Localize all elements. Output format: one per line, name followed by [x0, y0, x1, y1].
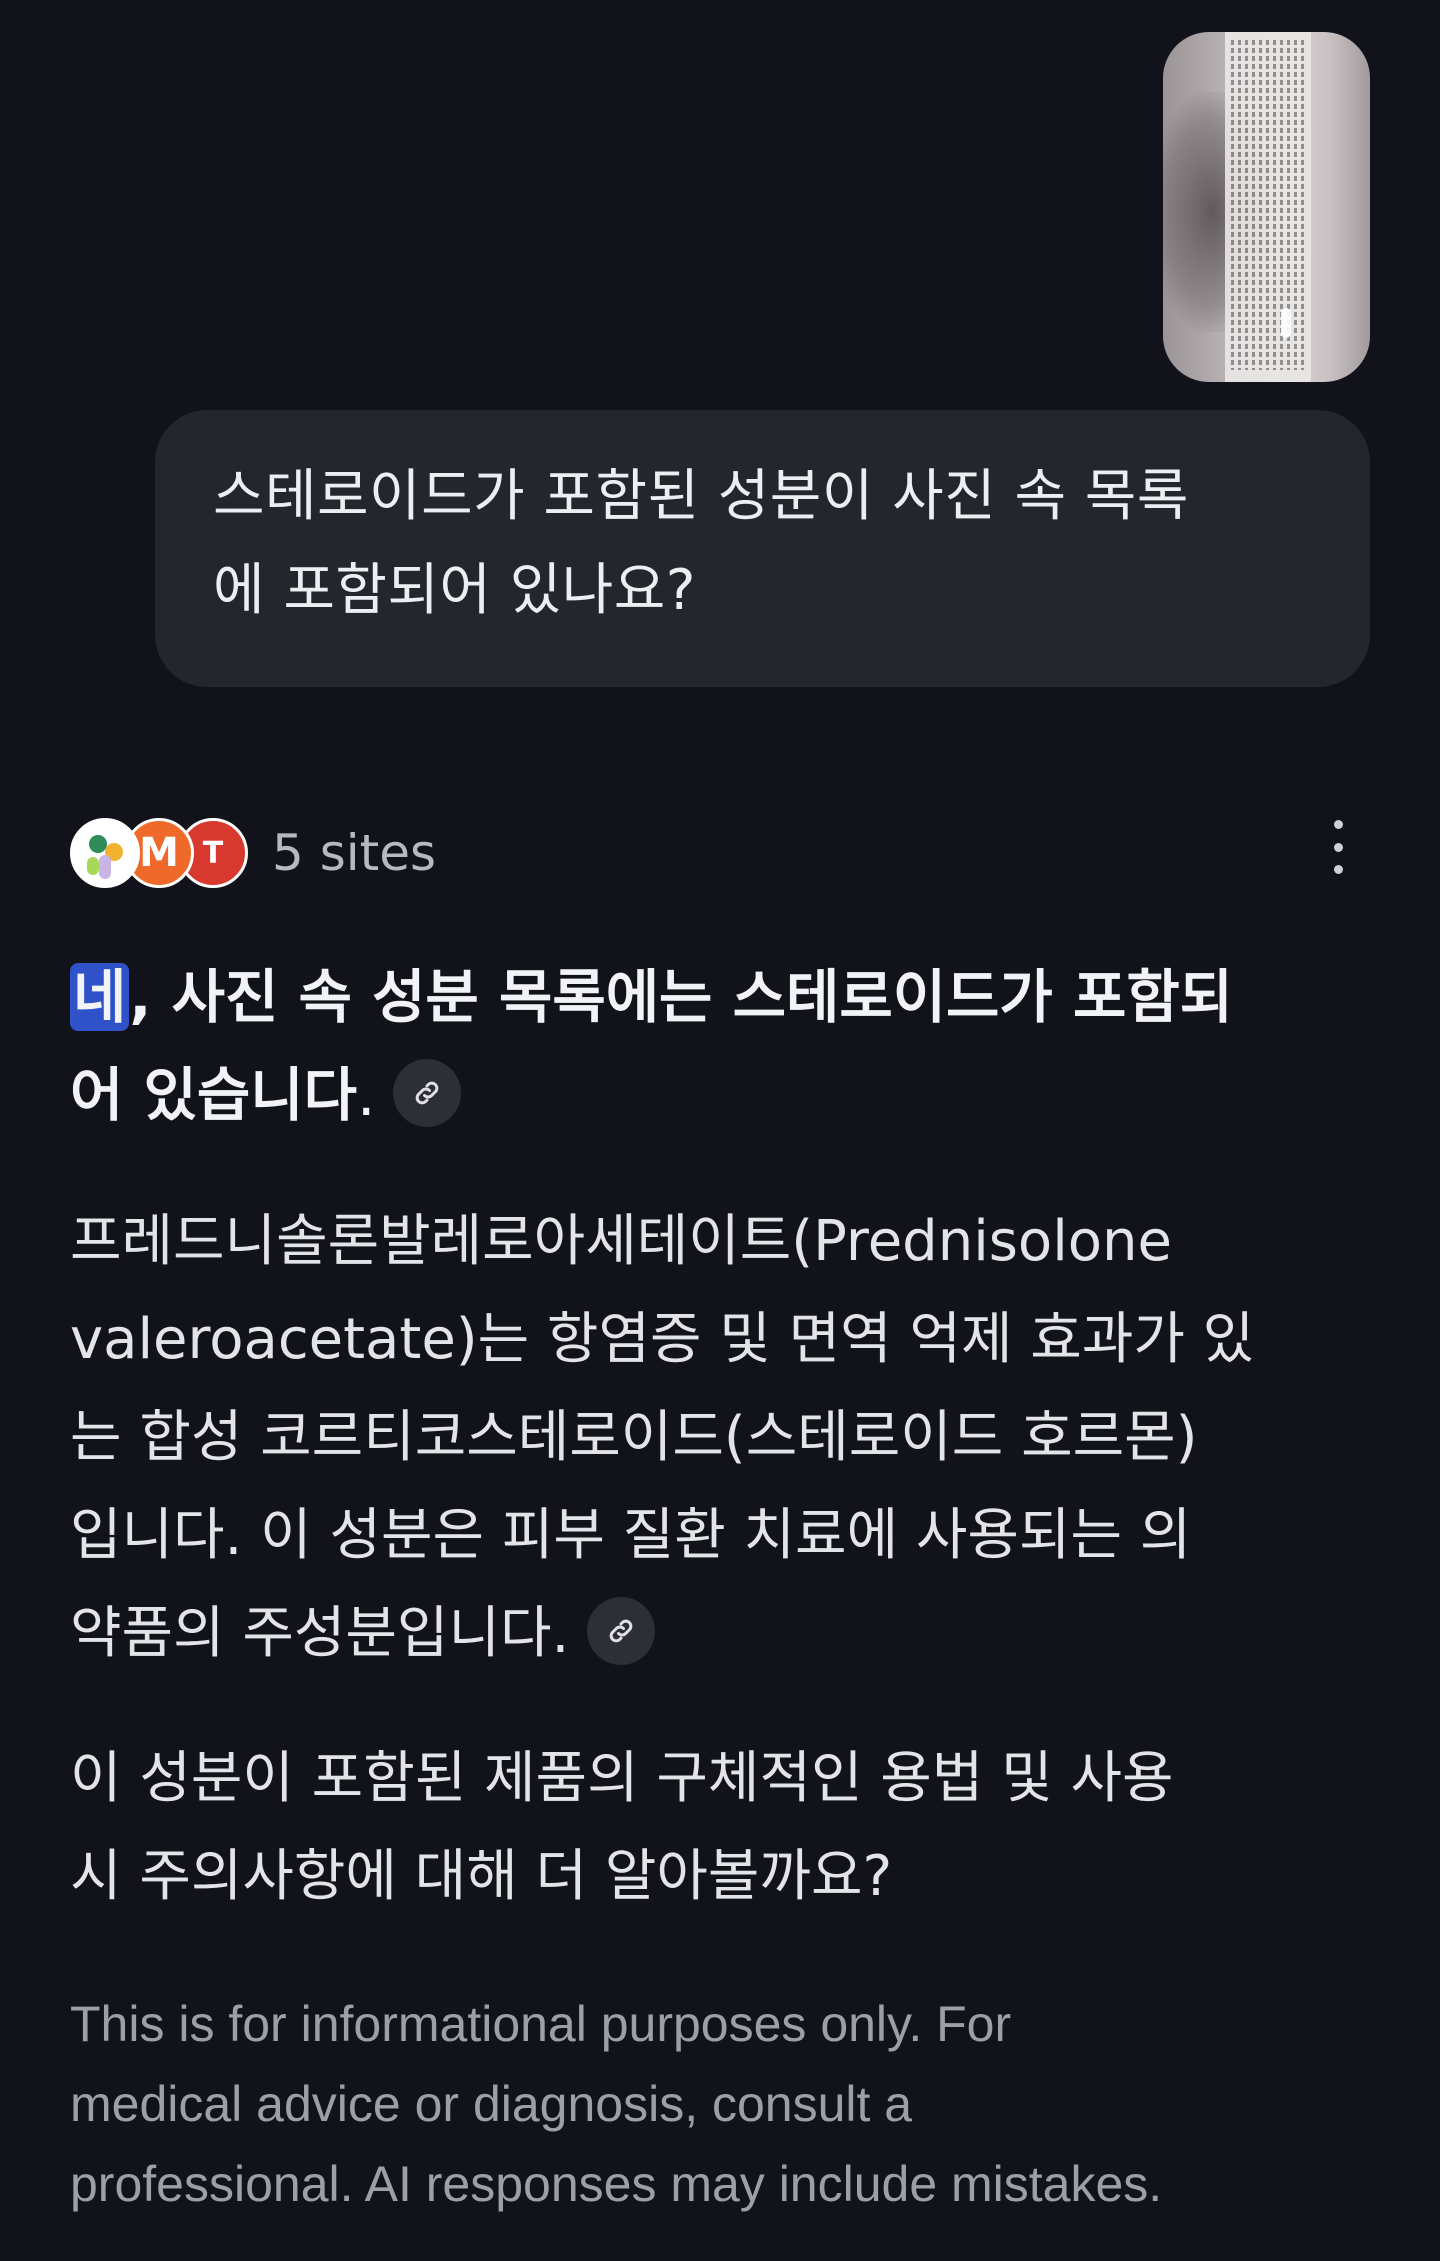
user-message-bubble: 스테로이드가 포함된 성분이 사진 속 목록 에 포함되어 있나요? — [155, 410, 1370, 687]
followup-line-1: 이 성분이 포함된 제품의 구체적인 용법 및 사용 — [70, 1746, 1174, 1811]
answer-heading-line-2: 어 있습니다 — [70, 1061, 357, 1129]
link-icon[interactable] — [393, 1058, 462, 1127]
disclaimer-line-2: medical advice or diagnosis, consult a — [70, 2076, 913, 2132]
disclaimer-line-1: This is for informational purposes only.… — [70, 1996, 1012, 2052]
sources-row[interactable]: M T 5 sites — [70, 813, 436, 893]
source-favicon-1-icon — [70, 818, 140, 888]
link-icon[interactable] — [587, 1596, 656, 1665]
more-vert-icon[interactable] — [1320, 820, 1356, 874]
answer-body-line-1: 프레드니솔론발레로아세테이트(Prednisolone — [70, 1209, 1172, 1274]
answer-heading-line-1: , 사진 속 성분 목록에는 스테로이드가 포함되 — [129, 963, 1234, 1031]
user-message-line-1: 스테로이드가 포함된 성분이 사진 속 목록 — [213, 464, 1189, 529]
answer-body-line-3: 는 합성 코르티코스테로이드(스테로이드 호르몬) — [70, 1405, 1198, 1470]
photo-label-paper — [1225, 32, 1311, 382]
answer-body-line-5: 약품의 주성분입니다. — [70, 1601, 570, 1666]
sources-count-label: 5 sites — [272, 824, 437, 882]
user-message-line-2: 에 포함되어 있나요? — [213, 558, 696, 623]
answer-heading-highlight: 네 — [70, 963, 130, 1031]
attached-photo-thumbnail[interactable] — [1163, 32, 1370, 382]
photo-glare — [1281, 308, 1291, 338]
answer-body-line-4: 입니다. 이 성분은 피부 질환 치료에 사용되는 의 — [70, 1503, 1192, 1568]
answer-body-line-2: valeroacetate)는 항염증 및 면역 억제 효과가 있 — [70, 1307, 1255, 1372]
disclaimer-line-3: professional. AI responses may include m… — [70, 2156, 1163, 2212]
followup-question: 이 성분이 포함된 제품의 구체적인 용법 및 사용시 주의사항에 대해 더 알… — [70, 1730, 1380, 1926]
answer-heading: 네, 사진 속 성분 목록에는 스테로이드가 포함되어 있습니다. — [70, 948, 1370, 1144]
answer-body: 프레드니솔론발레로아세테이트(Prednisolone valeroacetate… — [70, 1193, 1380, 1683]
disclaimer: This is for informational purposes only.… — [70, 1984, 1390, 2224]
followup-line-2: 시 주의사항에 대해 더 알아볼까요? — [70, 1844, 893, 1909]
answer-heading-period: . — [357, 1061, 376, 1129]
